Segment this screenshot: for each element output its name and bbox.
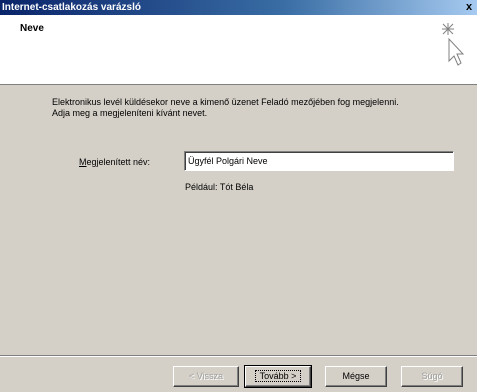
display-name-label: Megjelenített név: [79,157,150,167]
wizard-sparkle-cursor-icon [442,23,465,66]
back-button[interactable]: < Vissza [173,366,239,387]
description-line-2: Adja meg a megjeleníteni kívánt nevet. [52,108,208,118]
close-icon[interactable]: x [463,0,475,15]
cancel-button[interactable]: Mégse [325,366,387,387]
display-name-input[interactable]: Ügyfél Polgári Neve [184,151,454,171]
page-title: Neve [20,23,44,34]
next-button-label: Tovább > [254,370,302,382]
example-text: Például: Tót Béla [185,182,254,192]
description-line-1: Elektronikus levél küldésekor neve a kim… [52,97,399,107]
title-bar: Internet-csatlakozás varázsló x [0,0,477,15]
display-name-label-text: egjelenített név: [86,157,151,167]
description: Elektronikus levél küldésekor neve a kim… [52,97,462,119]
next-button[interactable]: Tovább > [244,365,312,388]
help-button[interactable]: Súgó [401,366,463,387]
window-title: Internet-csatlakozás varázsló [2,2,141,13]
button-separator [0,355,477,357]
display-name-label-accel: M [79,157,87,167]
wizard-header: Neve [0,15,477,85]
